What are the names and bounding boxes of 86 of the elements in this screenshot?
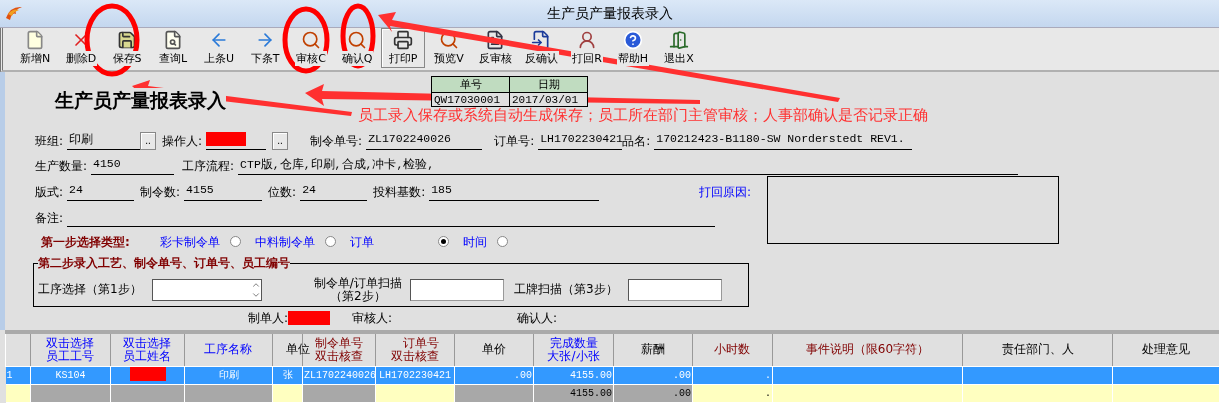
option-label: 订单: [349, 234, 374, 252]
signature-label: 制单人:: [248, 309, 289, 327]
field-label: 制令单号:: [310, 132, 363, 150]
toolbar-button[interactable]: 查询L: [151, 28, 195, 68]
annotation-circle: [282, 6, 330, 74]
header-label: 单价: [481, 343, 507, 357]
field-value: CTP版,仓库,印刷,合成,冲卡,检验,: [238, 156, 1019, 175]
field-value: 24: [300, 182, 368, 201]
header-label: 双击选择员工姓名: [122, 336, 173, 363]
field-label: 工序流程:: [182, 157, 235, 175]
header-label: 完成数量大张/小张: [546, 336, 601, 363]
header-label: 薪酬: [640, 343, 666, 357]
option-label: 彩卡制令单: [159, 234, 220, 252]
toolbar-button[interactable]: 下条T: [243, 28, 287, 68]
redaction-mark: [206, 131, 247, 146]
window-title: 生产员产量报表录入: [546, 4, 673, 23]
field-label: 操作人:: [162, 132, 203, 150]
field-value: 24: [67, 182, 135, 201]
lookup-button[interactable]: ..: [140, 131, 157, 150]
header-label: 单位: [285, 343, 312, 357]
radio-button[interactable]: [229, 236, 241, 248]
input-field[interactable]: [627, 278, 722, 301]
option-label: 时间: [462, 234, 487, 252]
toolbar-button[interactable]: 确认Q: [335, 28, 379, 68]
header-label: 制令单号双击核查: [314, 336, 364, 363]
field-value: 4150: [91, 156, 175, 175]
field-label: 订单号:: [494, 132, 535, 150]
toolbar-button[interactable]: 保存S: [105, 28, 149, 68]
header-label: 订单号双击核查: [391, 336, 439, 363]
field-label: 制令数:: [140, 183, 181, 201]
radio-button[interactable]: [437, 236, 449, 248]
magnifier-icon: [347, 30, 367, 50]
table-cell: QW17030001: [431, 92, 510, 107]
page-icon: [25, 30, 45, 50]
app-icon: [4, 4, 24, 22]
signature-label: 审核人:: [352, 309, 393, 327]
option-label: 中料制令单: [254, 234, 315, 252]
header-label: 工序名称: [203, 343, 254, 357]
toolbar-button[interactable]: 审核C: [289, 28, 333, 68]
radio-button[interactable]: [496, 236, 508, 248]
header-label: 小时数: [713, 343, 752, 357]
field-value: 4155: [184, 182, 263, 201]
annotation-circle: [340, 3, 376, 69]
printer-icon: [393, 30, 413, 50]
help-icon: [623, 30, 643, 50]
annotation-text: 员工录入保存或系统自动生成保存；员工所在部门主管审核；人事部确认是否记录正确: [358, 106, 928, 125]
field-label: 班组:: [35, 132, 64, 150]
door-icon: [669, 30, 689, 50]
lookup-button[interactable]: ..: [272, 131, 289, 150]
toolbar-button[interactable]: 上条U: [197, 28, 241, 68]
field-value: 185: [429, 182, 600, 201]
table-header: 日期: [509, 76, 588, 93]
magnifier-icon: [301, 30, 321, 50]
table-header: 单号: [431, 76, 510, 93]
radio-button[interactable]: [324, 236, 336, 248]
field-label: 版式:: [35, 183, 64, 201]
field-label: 投料基数:: [373, 183, 426, 201]
header-label: 事件说明（限60字符）: [804, 343, 931, 357]
field-label: 备注:: [35, 209, 64, 227]
toolbar-button[interactable]: 退出X: [657, 28, 701, 68]
group-legend: 第二步录入工艺、制令单号、订单号、员工编号: [38, 254, 290, 272]
spin-field[interactable]: [151, 278, 262, 301]
field-label: 品名:: [622, 132, 651, 150]
field-label: 打回原因:: [699, 183, 752, 201]
field-label: 生产数量:: [35, 157, 88, 175]
header-label: 责任部门、人: [1000, 343, 1075, 357]
document-search-icon: [163, 30, 183, 50]
header-label: 双击选择员工工号: [45, 336, 96, 363]
person-icon: [577, 30, 597, 50]
redaction-mark: [288, 311, 331, 326]
reason-field[interactable]: [767, 175, 1060, 244]
field-label: 制令单/订单扫描（第2步）: [312, 276, 403, 303]
step-label: 第一步选择类型:: [41, 234, 130, 252]
field-value: LH1702230421: [538, 131, 623, 150]
field-value: 170212423-B1180-SW Norderstedt REV1.: [654, 131, 913, 150]
signature-label: 确认人:: [517, 309, 558, 327]
header-label: 处理意见: [1141, 343, 1191, 357]
field-label: 位数:: [268, 183, 297, 201]
field-label: 工牌扫描（第3步）: [514, 281, 618, 299]
input-field[interactable]: [410, 278, 505, 301]
field-value: ZL1702240026: [366, 131, 483, 150]
table-cell: 2017/03/01: [509, 92, 588, 107]
field-label: 工序选择（第1步）: [38, 281, 142, 299]
toolbar-button[interactable]: 新增N: [13, 28, 57, 68]
form-title: 生产员产量报表录入: [55, 88, 226, 112]
toolbar-button[interactable]: 删除D: [59, 28, 103, 68]
